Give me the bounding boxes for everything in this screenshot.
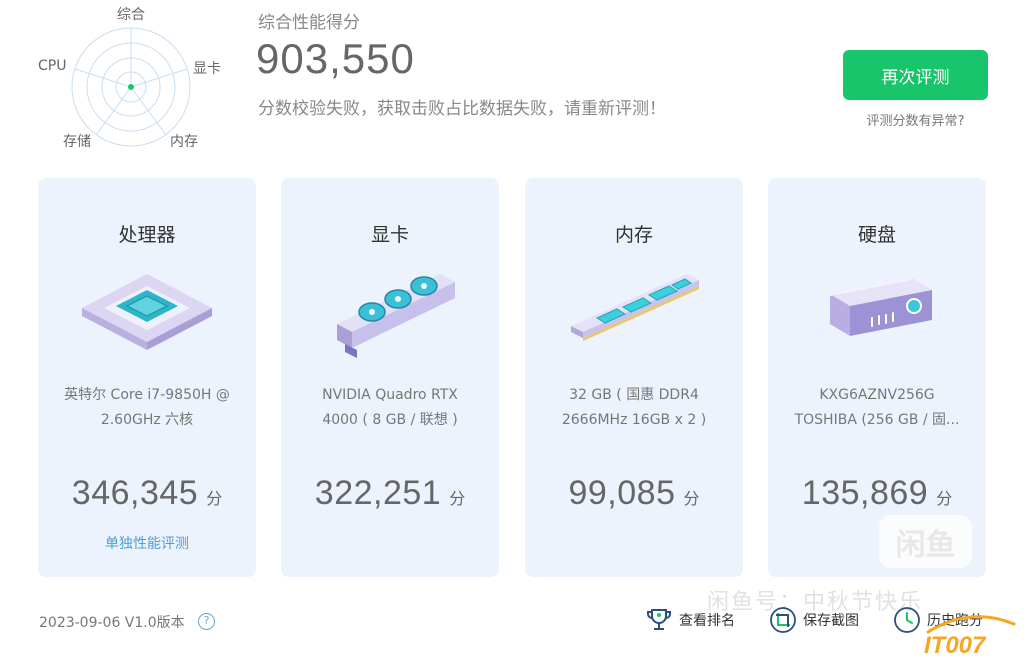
card-score-value: 346,345 bbox=[71, 474, 199, 512]
save-screenshot-label: 保存截图 bbox=[803, 613, 859, 629]
help-icon[interactable]: ? bbox=[198, 613, 215, 630]
view-ranking-button[interactable]: 查看排名 bbox=[645, 605, 735, 635]
radar-value-dot bbox=[128, 84, 134, 90]
retest-button[interactable]: 再次评测 bbox=[843, 50, 988, 100]
card-score-unit: 分 bbox=[936, 489, 953, 508]
card-title: 内存 bbox=[614, 224, 653, 246]
overall-score-value: 903,550 bbox=[256, 35, 415, 82]
svg-text:IT007: IT007 bbox=[924, 632, 987, 658]
card-score-unit: 分 bbox=[206, 489, 223, 508]
watermark-logo-box: 闲鱼 bbox=[879, 515, 972, 568]
single-benchmark-link[interactable]: 单独性能评测 bbox=[38, 533, 256, 553]
card-description: 英特尔 Core i7-9850H @ 2.60GHz 六核 bbox=[64, 387, 230, 428]
card-title: 硬盘 bbox=[857, 224, 896, 246]
radar-label-storage: 存储 bbox=[63, 134, 91, 150]
card-title: 显卡 bbox=[370, 224, 409, 246]
card-score: 135,869 分 bbox=[768, 474, 986, 513]
card-memory: 内存 32 GB ( 国惠 DDR4 2666MHz 16GB x 2 ) 99… bbox=[525, 178, 743, 577]
watermark-logo: IT007 bbox=[924, 615, 1016, 658]
card-cpu: 处理器 英特尔 Core i7-9850H @ 2.60GHz 六核 346,3… bbox=[38, 178, 256, 577]
card-gpu: 显卡 NVIDIA Quadro RTX 4000 ( 8 GB / 联想 ) … bbox=[281, 178, 499, 577]
version-label: 2023-09-06 V1.0版本 bbox=[39, 615, 185, 631]
view-ranking-label: 查看排名 bbox=[679, 613, 735, 629]
radar-label-memory: 内存 bbox=[170, 134, 198, 150]
card-score-value: 135,869 bbox=[801, 474, 929, 512]
radar-label-cpu: CPU bbox=[38, 58, 67, 74]
card-description: 32 GB ( 国惠 DDR4 2666MHz 16GB x 2 ) bbox=[561, 387, 707, 428]
hard-drive-icon bbox=[830, 278, 932, 336]
score-error-message: 分数校验失败，获取击败占比数据失败，请重新评测！ bbox=[258, 99, 666, 119]
card-score-value: 322,251 bbox=[314, 474, 442, 512]
overall-score-title: 综合性能得分 bbox=[258, 13, 360, 33]
card-title: 处理器 bbox=[118, 224, 176, 246]
radar-chart: 综合 CPU 显卡 存储 内存 bbox=[30, 0, 235, 160]
graphics-card-icon bbox=[337, 274, 455, 358]
card-score: 99,085 分 bbox=[525, 474, 743, 513]
card-score-unit: 分 bbox=[683, 489, 700, 508]
card-score-unit: 分 bbox=[449, 489, 466, 508]
clock-icon bbox=[894, 607, 920, 633]
processor-icon bbox=[82, 274, 212, 350]
card-score: 346,345 分 bbox=[38, 474, 256, 513]
card-score-value: 99,085 bbox=[568, 474, 676, 512]
save-screenshot-button[interactable]: 保存截图 bbox=[769, 605, 859, 635]
score-anomaly-link[interactable]: 评测分数有异常? bbox=[843, 110, 988, 129]
card-description: KXG6AZNV256G TOSHIBA (256 GB / 固... bbox=[794, 387, 960, 428]
radar-label-gpu: 显卡 bbox=[193, 61, 221, 77]
memory-module-icon bbox=[571, 274, 699, 341]
radar-grid bbox=[71, 27, 191, 147]
radar-label-overall: 综合 bbox=[117, 7, 145, 23]
card-description: NVIDIA Quadro RTX 4000 ( 8 GB / 联想 ) bbox=[322, 387, 458, 428]
crop-icon bbox=[770, 607, 796, 633]
trophy-icon bbox=[647, 609, 671, 630]
card-score: 322,251 分 bbox=[281, 474, 499, 513]
